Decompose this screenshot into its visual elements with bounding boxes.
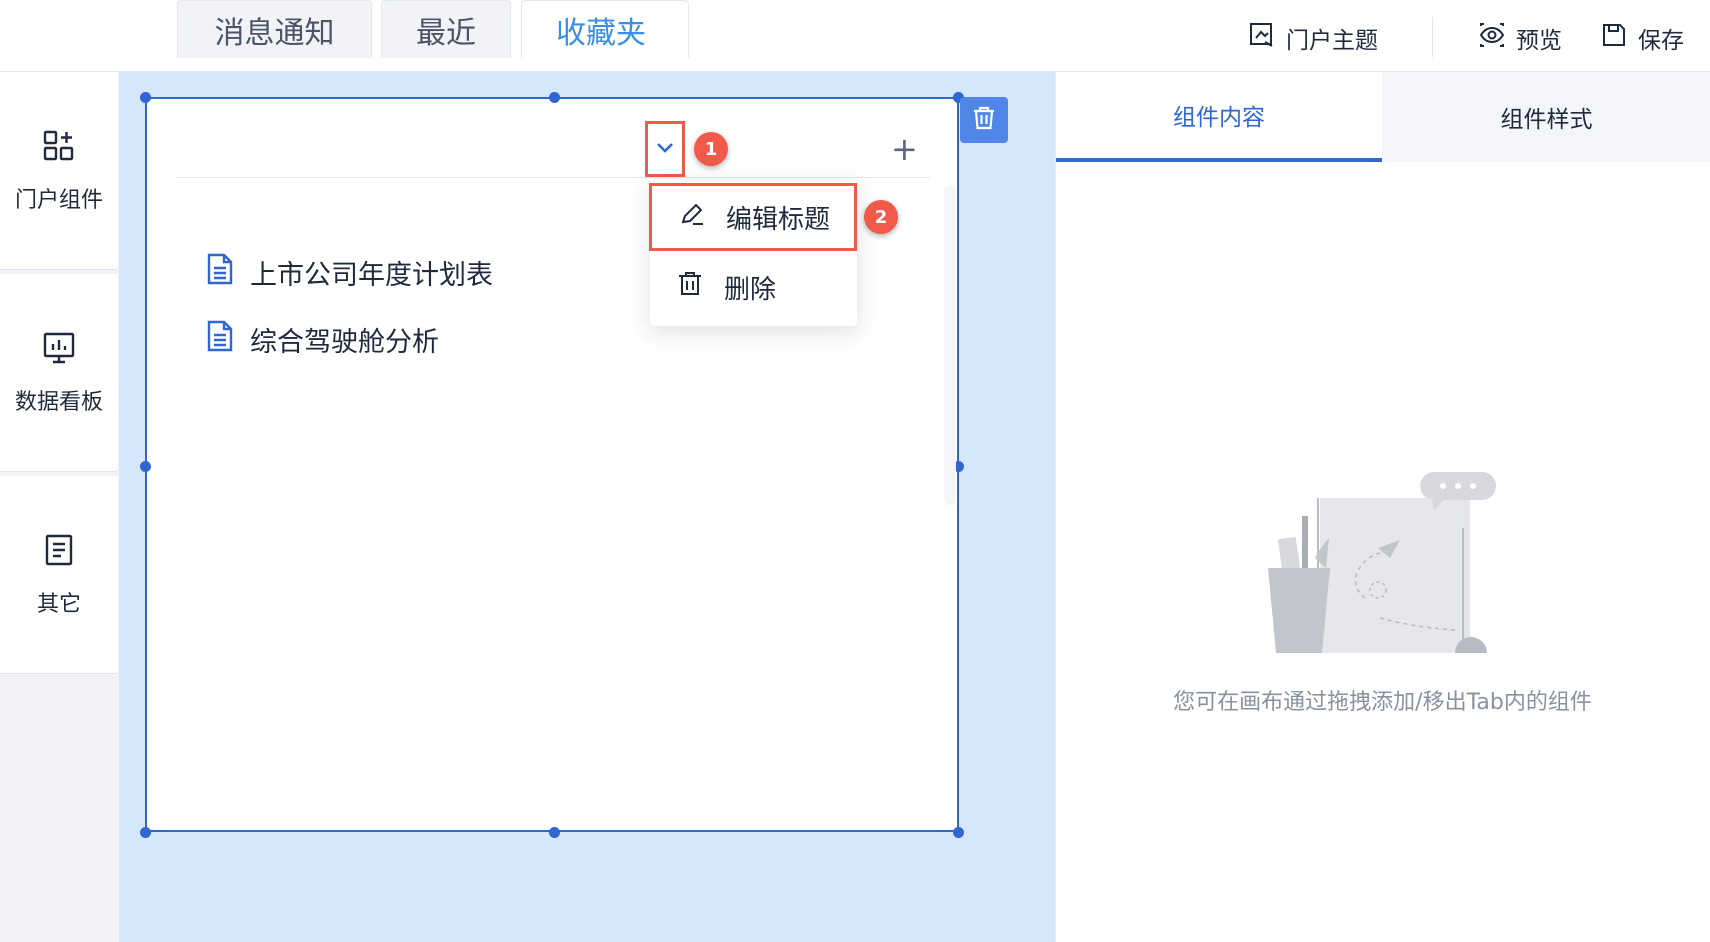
- sidebar-item-others[interactable]: 其它: [0, 476, 118, 674]
- list-item[interactable]: 上市公司年度计划表: [204, 252, 493, 292]
- delete-label: 删除: [724, 274, 777, 305]
- file-name: 上市公司年度计划表: [250, 259, 493, 291]
- step-2-badge: 2: [864, 200, 898, 234]
- edit-icon: [678, 200, 706, 235]
- widget-tab-strip: [175, 120, 930, 178]
- theme-icon: [1248, 21, 1276, 55]
- tab-component-style[interactable]: 组件样式: [1382, 72, 1710, 162]
- file-icon: [204, 319, 236, 360]
- delete-widget-button[interactable]: [960, 97, 1008, 143]
- edit-title-menu-item[interactable]: 编辑标题: [649, 183, 857, 251]
- tab-dropdown-toggle[interactable]: [645, 121, 685, 177]
- trash-icon: [676, 270, 704, 305]
- chevron-down-icon: [654, 136, 676, 162]
- file-icon: [204, 252, 236, 293]
- trash-icon: [971, 105, 997, 135]
- add-tab-button[interactable]: +: [891, 131, 918, 167]
- empty-state-illustration: [1260, 468, 1500, 653]
- resize-handle-bottom[interactable]: [549, 827, 560, 838]
- sidebar-item-portal-components[interactable]: 门户组件: [0, 72, 118, 270]
- edit-title-label: 编辑标题: [726, 204, 831, 235]
- dashboard-icon: [41, 330, 77, 370]
- empty-state-message: 您可在画布通过拖拽添加/移出Tab内的组件: [1173, 690, 1592, 715]
- document-icon: [41, 532, 77, 572]
- components-icon: [41, 128, 77, 168]
- widget-scrollbar[interactable]: [944, 185, 956, 505]
- resize-handle-left[interactable]: [140, 461, 151, 472]
- topbar-divider: [1432, 17, 1433, 57]
- delete-menu-item[interactable]: 删除: [650, 254, 857, 320]
- left-sidebar: 门户组件 数据看板 其它: [0, 72, 119, 942]
- tab-component-content[interactable]: 组件内容: [1056, 72, 1382, 162]
- sidebar-item-label: 门户组件: [14, 187, 103, 213]
- tab-notifications[interactable]: 消息通知: [177, 0, 372, 58]
- portal-theme-label: 门户主题: [1286, 28, 1378, 54]
- preview-label: 预览: [1516, 28, 1562, 54]
- resize-handle-bottom-left[interactable]: [140, 827, 151, 838]
- sidebar-item-label: 数据看板: [14, 389, 103, 415]
- tab-favorites[interactable]: 收藏夹: [521, 0, 689, 58]
- step-1-badge: 1: [694, 132, 728, 166]
- portal-theme-button[interactable]: 门户主题: [1248, 20, 1378, 56]
- sidebar-item-data-dashboard[interactable]: 数据看板: [0, 274, 118, 472]
- eye-icon: [1478, 21, 1506, 55]
- tab-options-menu: 编辑标题 删除: [649, 180, 857, 326]
- save-label: 保存: [1638, 28, 1684, 54]
- sidebar-item-label: 其它: [36, 591, 81, 617]
- preview-button[interactable]: 预览: [1478, 20, 1562, 56]
- resize-handle-top-left[interactable]: [140, 92, 151, 103]
- resize-handle-top[interactable]: [549, 92, 560, 103]
- tab-recent[interactable]: 最近: [381, 0, 511, 58]
- resize-handle-bottom-right[interactable]: [953, 827, 964, 838]
- file-name: 综合驾驶舱分析: [250, 326, 439, 358]
- save-button[interactable]: 保存: [1600, 20, 1684, 56]
- save-icon: [1600, 21, 1628, 55]
- list-item[interactable]: 综合驾驶舱分析: [204, 319, 439, 359]
